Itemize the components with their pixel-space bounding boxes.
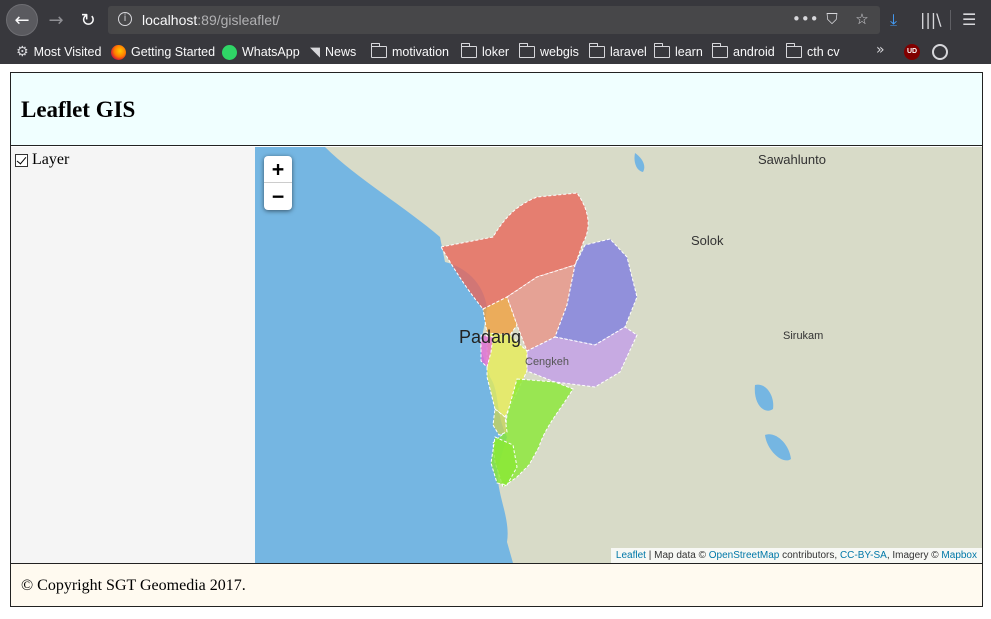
bookmark-label: motivation	[392, 45, 449, 59]
ublock-icon[interactable]: UD	[904, 44, 920, 60]
folder-icon	[785, 43, 802, 58]
page-footer: © Copyright SGT Geomedia 2017.	[11, 563, 982, 606]
mapbox-link[interactable]: Mapbox	[941, 550, 977, 561]
rss-icon: ◥	[310, 44, 320, 60]
attribution-text: | Map data ©	[645, 550, 709, 561]
place-label-cengkeh: Cengkeh	[525, 356, 570, 368]
page-viewport: Leaflet GIS Layer Sawahlunto Solok Siruk…	[0, 64, 991, 619]
bookmark-motivation[interactable]: motivation	[370, 43, 449, 61]
place-label-sawahlunto: Sawahlunto	[758, 152, 826, 167]
bookmark-label: webgis	[540, 45, 579, 59]
sidebar: Layer	[11, 147, 255, 563]
folder-icon	[588, 43, 605, 58]
bookmark-label: loker	[482, 45, 510, 59]
arrow-right-icon: →	[48, 9, 64, 31]
hamburger-menu-icon[interactable]: ☰	[962, 10, 976, 29]
browser-chrome: ← → ↻ i localhost:89/gisleaflet/ ••• ⛉ ☆…	[0, 0, 991, 64]
arrow-left-icon: ←	[14, 9, 30, 31]
map-container[interactable]: Sawahlunto Solok Sirukam Padang Cengkeh …	[255, 147, 982, 563]
layer-toggle[interactable]: Layer	[15, 151, 69, 169]
url-text[interactable]: localhost:89/gisleaflet/	[142, 12, 280, 28]
navigation-toolbar: ← → ↻ i localhost:89/gisleaflet/ ••• ⛉ ☆…	[0, 0, 991, 38]
folder-icon	[518, 43, 535, 58]
place-label-solok: Solok	[691, 233, 724, 248]
info-icon[interactable]: i	[118, 12, 132, 26]
bookmark-label: WhatsApp	[242, 45, 300, 59]
url-actions: ••• ⛉ ☆	[792, 10, 872, 28]
bookmark-laravel[interactable]: laravel	[588, 43, 647, 61]
bookmarks-toolbar: ⚙ Most Visited Getting Started WhatsApp ◥…	[0, 38, 991, 64]
zoom-in-button[interactable]: +	[264, 156, 292, 183]
forward-button[interactable]: →	[40, 4, 72, 36]
bookmark-star-icon[interactable]: ☆	[852, 10, 872, 28]
zoom-out-button[interactable]: −	[264, 183, 292, 210]
bookmark-label: News	[325, 45, 357, 59]
attribution-text: , Imagery ©	[886, 550, 942, 561]
map-tiles[interactable]	[255, 147, 982, 563]
bookmark-most-visited[interactable]: ⚙ Most Visited	[16, 43, 101, 61]
firefox-icon	[111, 44, 126, 60]
folder-icon	[370, 43, 387, 58]
bookmark-label: Getting Started	[131, 45, 216, 59]
page-wrapper: Leaflet GIS Layer Sawahlunto Solok Siruk…	[10, 72, 983, 607]
layer-label: Layer	[32, 151, 70, 168]
license-link[interactable]: CC-BY-SA	[840, 550, 887, 561]
bookmark-label: learn	[675, 45, 703, 59]
toolbar-divider	[950, 10, 951, 30]
bookmark-label: android	[733, 45, 775, 59]
pocket-icon[interactable]: ⛉	[822, 10, 842, 28]
layer-checkbox[interactable]	[15, 153, 28, 167]
gear-icon: ⚙	[16, 44, 29, 60]
bookmark-label: cth cv	[807, 45, 840, 59]
zoom-control: + −	[264, 156, 292, 210]
bookmark-loker[interactable]: loker	[460, 43, 510, 61]
bookmark-cth-cv[interactable]: cth cv	[785, 43, 840, 61]
chevron-double-right-icon[interactable]: »	[876, 42, 885, 58]
folder-icon	[711, 43, 728, 58]
url-host: localhost	[142, 12, 198, 28]
whatsapp-icon	[222, 44, 237, 60]
bookmark-android[interactable]: android	[711, 43, 775, 61]
place-label-sirukam: Sirukam	[783, 330, 824, 342]
place-label-padang: Padang	[459, 327, 522, 347]
reload-button[interactable]: ↻	[72, 4, 104, 36]
bookmark-label: laravel	[610, 45, 647, 59]
download-icon[interactable]: ⤓	[890, 10, 897, 30]
page-title: Leaflet GIS	[21, 97, 136, 122]
openstreetmap-link[interactable]: OpenStreetMap	[709, 550, 780, 561]
attribution-text: contributors,	[779, 550, 840, 561]
bookmark-webgis[interactable]: webgis	[518, 43, 579, 61]
bookmark-learn[interactable]: learn	[653, 43, 703, 61]
page-header: Leaflet GIS	[11, 73, 982, 146]
library-icon[interactable]: |||\	[920, 10, 942, 29]
leaflet-link[interactable]: Leaflet	[616, 550, 646, 561]
extension-icon[interactable]	[932, 44, 948, 60]
copyright-text: © Copyright SGT Geomedia 2017.	[21, 577, 246, 594]
back-button[interactable]: ←	[6, 4, 38, 36]
bookmark-whatsapp[interactable]: WhatsApp	[222, 43, 300, 61]
folder-icon	[653, 43, 670, 58]
url-path: :89/gisleaflet/	[197, 12, 280, 28]
bookmark-getting-started[interactable]: Getting Started	[111, 43, 215, 61]
reload-icon: ↻	[80, 9, 96, 31]
bookmark-label: Most Visited	[33, 45, 102, 59]
map-attribution: Leaflet | Map data © OpenStreetMap contr…	[610, 548, 982, 563]
folder-icon	[460, 43, 477, 58]
bookmark-news[interactable]: ◥ News	[310, 43, 356, 61]
page-actions-icon[interactable]: •••	[792, 10, 819, 28]
url-bar[interactable]: i localhost:89/gisleaflet/ ••• ⛉ ☆	[108, 6, 880, 34]
